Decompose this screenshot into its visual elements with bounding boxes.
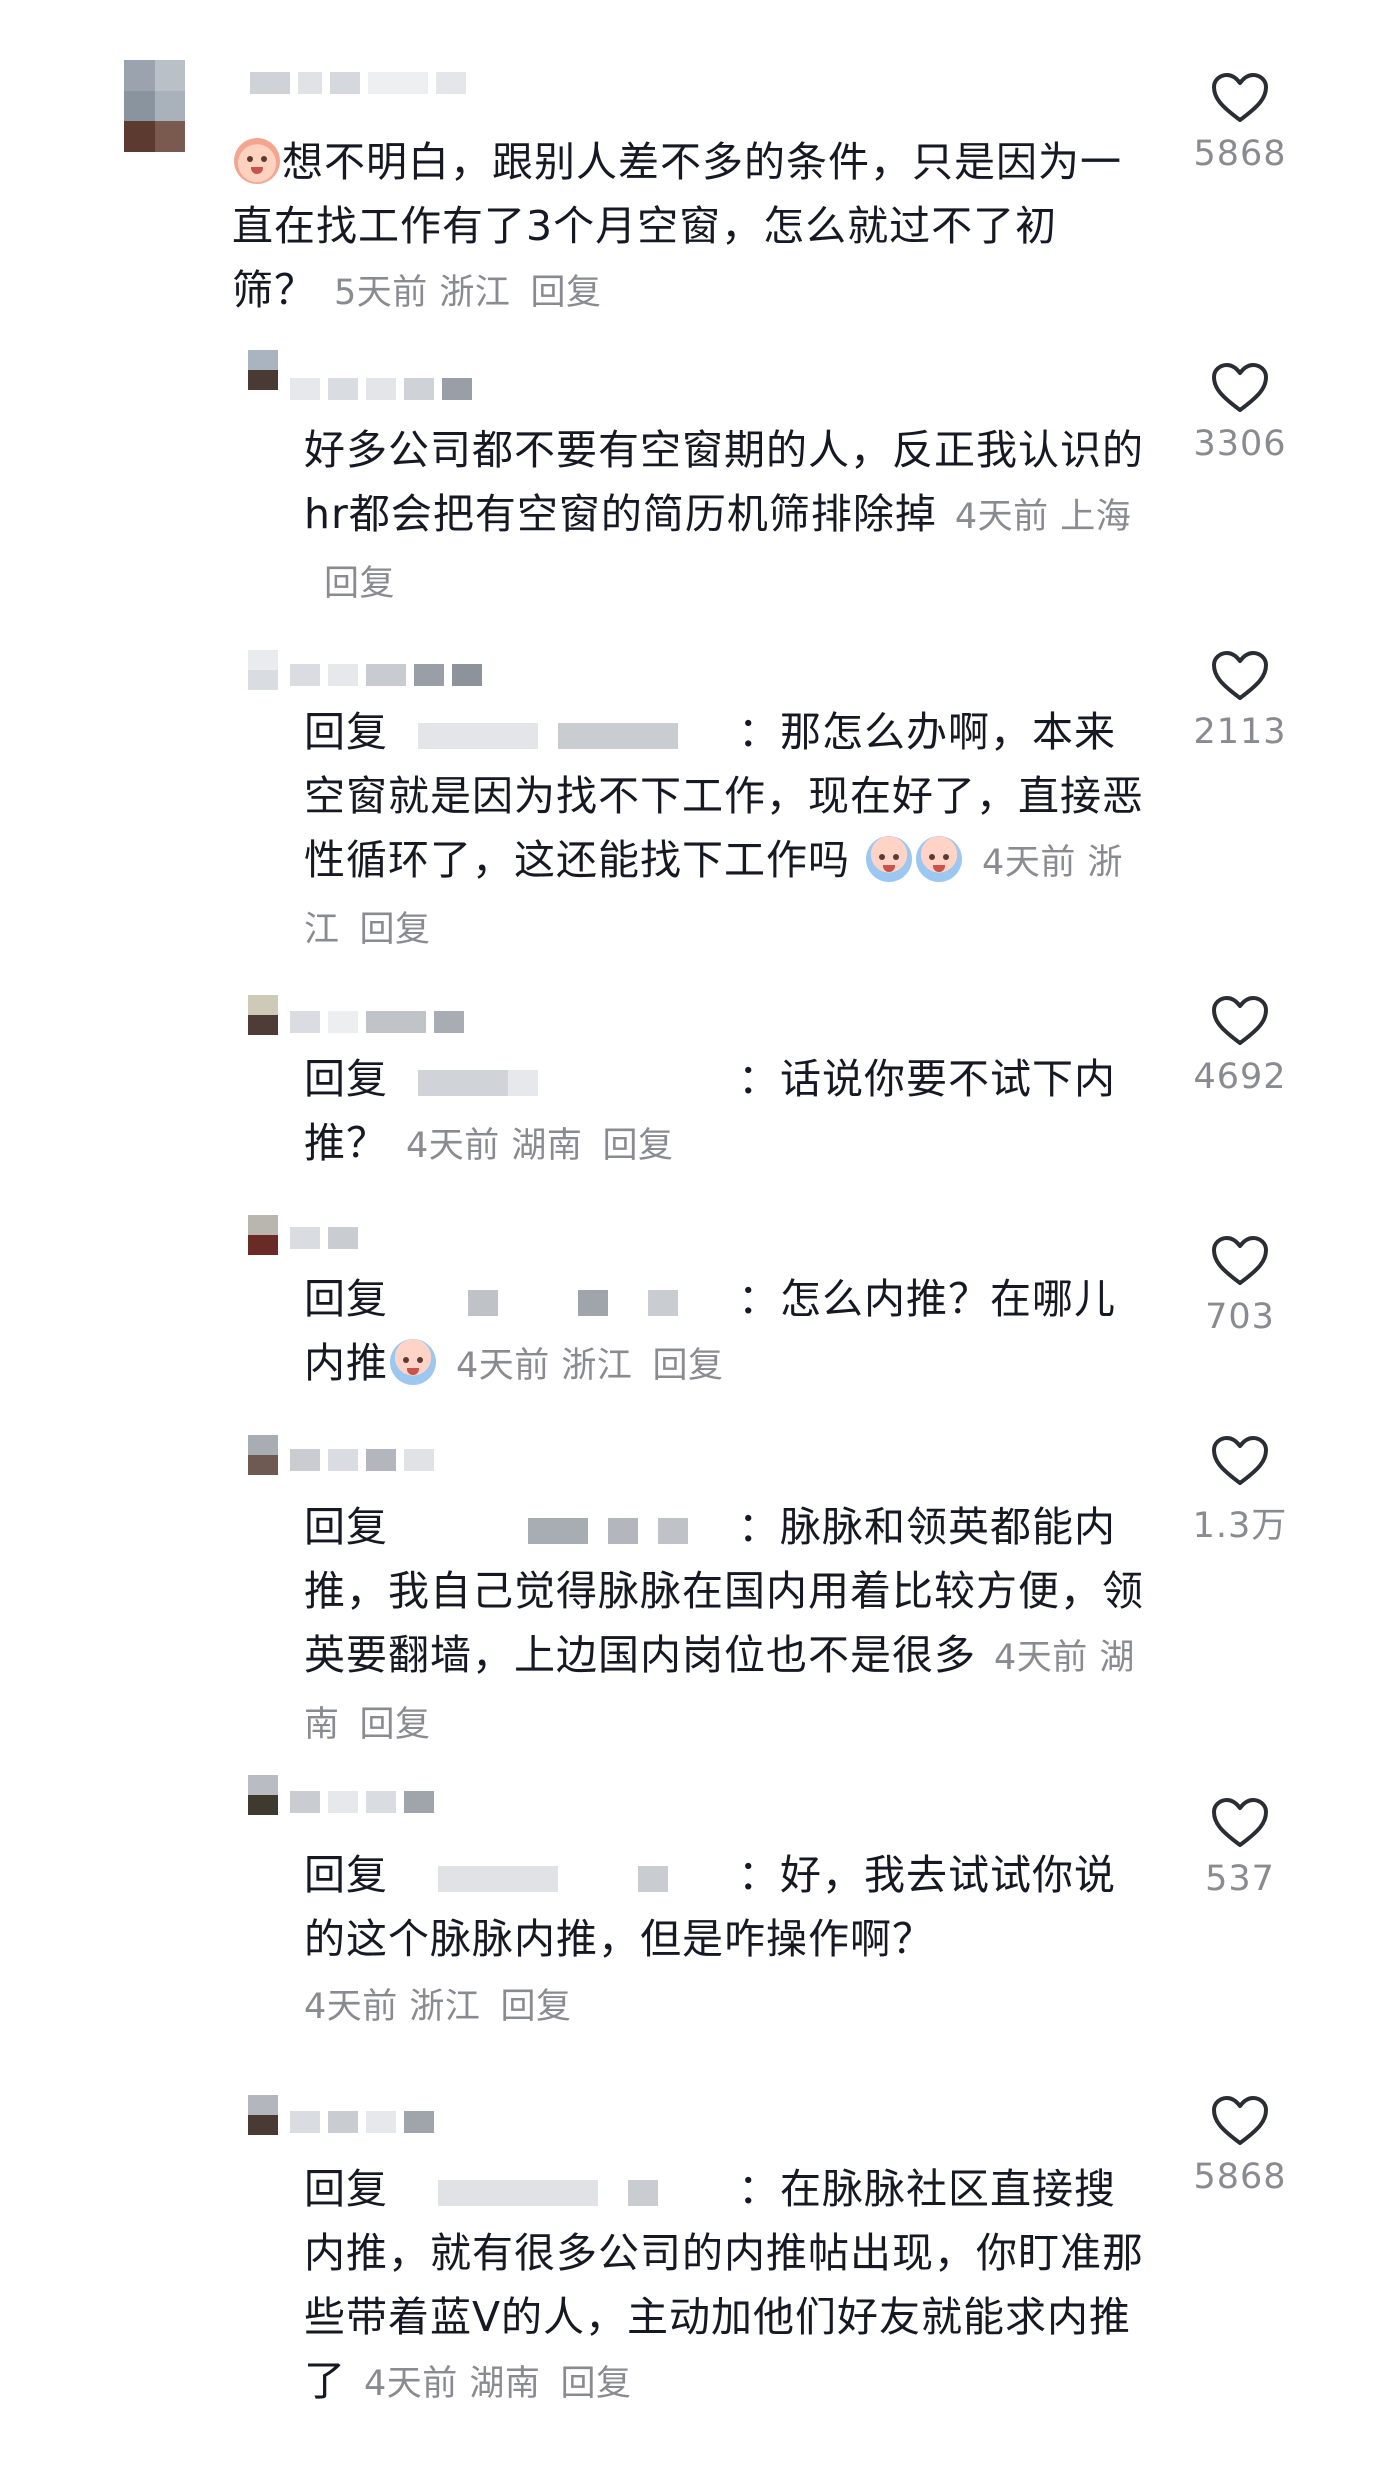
comment-meta: 4天前 湖南 回复	[364, 2364, 632, 2404]
reply-button[interactable]: 回复	[560, 2364, 631, 2404]
reply-target-mosaic[interactable]	[398, 1065, 728, 1099]
reply-prefix: 回复	[304, 1851, 388, 1899]
reply-button[interactable]: 回复	[360, 910, 431, 950]
heart-outline-icon	[1212, 363, 1268, 412]
reply-prefix: 回复	[304, 708, 388, 756]
like-count: 3306	[1193, 424, 1287, 464]
username-mosaic[interactable]	[290, 1005, 464, 1039]
comment-meta: 4天前 浙江 回复	[304, 1987, 572, 2027]
like-count: 537	[1205, 1859, 1275, 1899]
crying-emoji-icon	[390, 1339, 436, 1385]
crying-emoji-icon	[916, 836, 963, 882]
like-count: 2113	[1193, 712, 1287, 752]
username-mosaic[interactable]	[250, 66, 466, 100]
like-button[interactable]: 2113	[1180, 650, 1300, 752]
heart-outline-icon	[1212, 1798, 1268, 1847]
like-button[interactable]: 703	[1180, 1235, 1300, 1337]
reply-prefix: 回复	[304, 1503, 388, 1551]
avatar[interactable]	[124, 60, 216, 152]
reply-target-mosaic[interactable]	[398, 2175, 728, 2209]
reply-target-mosaic[interactable]	[398, 718, 728, 752]
heart-outline-icon	[1212, 73, 1268, 122]
cat-emoji-icon	[234, 138, 280, 184]
like-count: 1.3万	[1192, 1506, 1288, 1546]
comment-text: 好多公司都不要有空窗期的人，反正我认识的hr都会把有空窗的简历机筛排除掉 4天前 …	[304, 426, 1144, 604]
crying-emoji-icon	[866, 836, 913, 882]
like-button[interactable]: 5868	[1180, 72, 1300, 174]
username-mosaic[interactable]	[290, 1443, 434, 1477]
comment-text: 回复 ：那怎么办啊，本来空窗就是因为找不下工作，现在好了，直接恶性循环了，这还能找…	[304, 708, 1144, 950]
reply-prefix: 回复	[304, 1275, 388, 1323]
username-mosaic[interactable]	[290, 1785, 434, 1819]
username-mosaic[interactable]	[290, 2105, 434, 2139]
reply-target-mosaic[interactable]	[398, 1285, 728, 1319]
heart-outline-icon	[1212, 996, 1268, 1045]
reply-button[interactable]: 回复	[652, 1346, 723, 1386]
comment-meta: 4天前 湖南 回复	[406, 1126, 674, 1166]
comment-text: 回复 ：怎么内推？在哪儿内推 4天前 浙江 回复	[304, 1275, 1116, 1387]
reply-button[interactable]: 回复	[530, 273, 601, 313]
comment-text: 回复 ：脉脉和领英都能内推，我自己觉得脉脉在国内用着比较方便，领英要翻墙，上边国内…	[304, 1503, 1144, 1745]
reply-button[interactable]: 回复	[500, 1987, 571, 2027]
reply-button[interactable]: 回复	[324, 564, 395, 604]
comment-meta: 4天前 浙江 回复	[456, 1346, 724, 1386]
username-mosaic[interactable]	[290, 372, 472, 406]
like-button[interactable]: 4692	[1180, 995, 1300, 1097]
avatar[interactable]	[248, 995, 278, 1055]
heart-outline-icon	[1212, 1436, 1268, 1485]
like-count: 5868	[1193, 134, 1287, 174]
comment-text: 回复 ：好，我去试试你说的这个脉脉内推，但是咋操作啊？ 4天前 浙江 回复	[304, 1843, 1154, 2039]
avatar[interactable]	[248, 2095, 278, 2155]
comment-text: 回复 ：话说你要不试下内推？ 4天前 湖南 回复	[304, 1055, 1116, 1167]
reply-button[interactable]: 回复	[360, 1705, 431, 1745]
like-count: 703	[1205, 1297, 1275, 1337]
comment-text: 想不明白，跟别人差不多的条件，只是因为一直在找工作有了3个月空窗，怎么就过不了初…	[232, 138, 1122, 314]
like-count: 4692	[1193, 1057, 1287, 1097]
like-button[interactable]: 537	[1180, 1797, 1300, 1899]
avatar[interactable]	[248, 1215, 278, 1275]
comment-meta: 5天前 浙江 回复	[334, 273, 602, 313]
like-button[interactable]: 1.3万	[1180, 1435, 1300, 1548]
reply-target-mosaic[interactable]	[398, 1861, 728, 1895]
heart-outline-icon	[1212, 651, 1268, 700]
avatar[interactable]	[248, 650, 278, 710]
heart-outline-icon	[1212, 2096, 1268, 2145]
comment-text: 回复 ：在脉脉社区直接搜内推，就有很多公司的内推帖出现，你盯准那些带着蓝V的人，主…	[304, 2165, 1144, 2405]
like-button[interactable]: 3306	[1180, 362, 1300, 464]
heart-outline-icon	[1212, 1236, 1268, 1285]
avatar[interactable]	[248, 1435, 278, 1495]
reply-prefix: 回复	[304, 1055, 388, 1103]
like-count: 5868	[1193, 2157, 1287, 2197]
reply-target-mosaic[interactable]	[398, 1513, 728, 1547]
avatar[interactable]	[248, 1775, 278, 1835]
reply-prefix: 回复	[304, 2165, 388, 2213]
username-mosaic[interactable]	[290, 658, 482, 692]
like-button[interactable]: 5868	[1180, 2095, 1300, 2197]
avatar[interactable]	[248, 350, 278, 410]
reply-button[interactable]: 回复	[602, 1126, 673, 1166]
username-mosaic[interactable]	[290, 1221, 358, 1255]
